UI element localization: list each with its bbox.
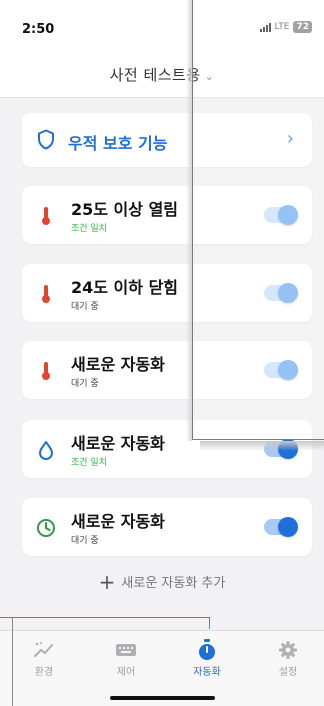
automation-toggle[interactable]	[264, 517, 298, 537]
automation-status: 대기 중	[71, 379, 99, 389]
page-header: 사전 테스트용 ⌄	[0, 46, 324, 98]
thermometer-icon	[35, 283, 57, 305]
status-time: 2:50	[22, 22, 55, 37]
automation-status: 대기 중	[71, 536, 99, 546]
battery-level: 72	[293, 21, 312, 33]
tab-environment[interactable]: 환경	[14, 639, 74, 678]
signal-bars-icon	[259, 22, 271, 32]
automation-card[interactable]: 24도 이하 닫힘 대기 중	[22, 264, 312, 322]
shield-icon	[37, 129, 55, 154]
automation-toggle[interactable]	[264, 283, 298, 303]
automation-title: 새로운 자동화	[71, 434, 165, 453]
clock-icon	[35, 517, 57, 539]
rain-protection-label: 우적 보호 기능	[68, 134, 168, 153]
tab-label: 환경	[34, 667, 54, 678]
environment-icon	[14, 639, 74, 661]
automation-title: 25도 이상 열림	[71, 200, 179, 219]
automation-title: 새로운 자동화	[71, 355, 165, 374]
overlay-shadow	[200, 441, 324, 451]
add-automation-button[interactable]: + 새로운 자동화 추가	[0, 570, 324, 594]
keyboard-icon	[96, 639, 156, 661]
network-label: LTE	[274, 22, 290, 32]
tab-control[interactable]: 제어	[96, 639, 156, 678]
tab-label: 자동화	[193, 667, 221, 678]
gear-icon	[258, 639, 318, 661]
status-indicators: LTE 72	[259, 21, 312, 33]
automation-card[interactable]: 새로운 자동화 대기 중	[22, 341, 312, 399]
thermometer-icon	[35, 360, 57, 382]
tab-bar: 환경 제어 자동화 설정	[0, 630, 324, 706]
automation-title: 새로운 자동화	[71, 512, 165, 531]
automation-card[interactable]: 새로운 자동화 대기 중	[22, 498, 312, 556]
annotation-guide-line	[0, 617, 210, 618]
automation-toggle[interactable]	[264, 205, 298, 225]
automation-status: 조건 일치	[71, 224, 107, 234]
plus-icon: +	[98, 570, 116, 594]
automation-status: 조건 일치	[71, 458, 107, 468]
thermometer-icon	[35, 205, 57, 227]
automation-status: 대기 중	[71, 302, 99, 312]
status-bar: 2:50 LTE 72	[0, 0, 324, 46]
tab-label: 설정	[278, 667, 298, 678]
annotation-guide-line	[209, 617, 210, 629]
chevron-down-icon: ⌄	[204, 70, 215, 83]
home-indicator	[110, 696, 215, 700]
overlay-shadow	[186, 0, 192, 441]
tab-label: 제어	[116, 667, 136, 678]
timer-icon	[177, 639, 237, 661]
add-automation-label: 새로운 자동화 추가	[121, 576, 226, 591]
device-selector[interactable]: 사전 테스트용 ⌄	[0, 64, 324, 85]
automation-title: 24도 이하 닫힘	[71, 278, 179, 297]
annotation-guide-line	[12, 618, 13, 706]
water-drop-icon	[35, 439, 57, 461]
tab-settings[interactable]: 설정	[258, 639, 318, 678]
tab-automation[interactable]: 자동화	[177, 639, 237, 678]
automation-card[interactable]: 25도 이상 열림 조건 일치	[22, 186, 312, 244]
rain-protection-card[interactable]: 우적 보호 기능 ›	[22, 113, 312, 167]
chevron-right-icon: ›	[286, 128, 294, 149]
automation-toggle[interactable]	[264, 360, 298, 380]
